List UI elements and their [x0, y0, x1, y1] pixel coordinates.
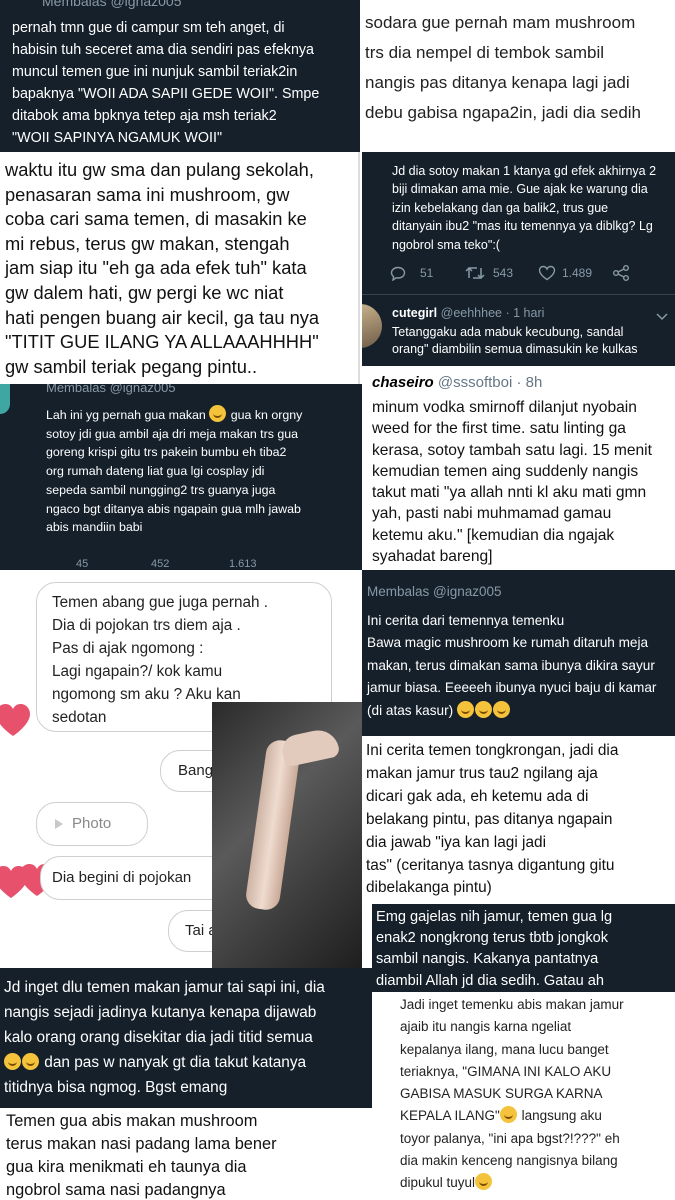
tweet-header: chaseiro @sssoftboi · 8h — [372, 374, 542, 391]
emoji-icon — [492, 700, 510, 718]
username[interactable]: chaseiro — [372, 374, 434, 391]
hand-image — [279, 726, 341, 768]
retweet-count: 543 — [493, 266, 514, 280]
reply-username[interactable]: cutegirl — [392, 306, 437, 320]
like-icon[interactable] — [538, 265, 556, 284]
tweet-card-3: waktu itu gw sma dan pulang sekolah, pen… — [0, 152, 360, 384]
message-text: Dia begini di pojokan — [52, 869, 192, 886]
reply-card-5: Membalas @ignaz005 Lah ini yg pernah gua… — [0, 384, 362, 570]
reply-text: Tetanggaku ada mabuk kecubung, sandal or… — [392, 325, 638, 356]
tweet-text: Temen gua abis makan mushroom terus maka… — [6, 1112, 277, 1199]
avatar[interactable] — [362, 304, 382, 348]
tweet-text: Lah ini yg pernah gua makan gua kn orgny… — [46, 405, 302, 537]
tweet-text-part: Jadi inget temenku abis makan jamur ajai… — [400, 997, 624, 1124]
tweet-text: Jd dia sotoy makan 1 ktanya gd efek akhi… — [392, 164, 657, 252]
action-bar: 51 543 1.489 — [390, 264, 670, 284]
emoji-icon — [22, 1053, 39, 1070]
tweet-card-12: Jadi inget temenku abis makan jamur ajai… — [372, 992, 675, 1200]
avatar[interactable] — [0, 384, 10, 414]
reply-count: 51 — [420, 266, 434, 280]
heart-icon — [0, 704, 30, 736]
tweet-time: · 8h — [516, 374, 543, 391]
tweet-text: Ini cerita temen tongkrongan, jadi dia m… — [366, 742, 619, 897]
tweet-text: pernah tmn gue di campur sm teh anget, d… — [12, 20, 320, 146]
tweet-card-11: Jd inget dlu temen makan jamur tai sapi … — [0, 968, 372, 1108]
reply-handle[interactable]: @eehhhee — [441, 306, 502, 320]
emoji-icon — [4, 1053, 21, 1070]
tweet-text: waktu itu gw sma dan pulang sekolah, pen… — [5, 159, 320, 377]
emoji-icon — [475, 1173, 493, 1191]
tweet-text-part: gua kn orgny sotoy jdi gua ambil aja dri… — [46, 408, 303, 535]
tweet-card-2: sodara gue pernah mam mushroom trs dia n… — [360, 0, 675, 152]
tweet-card-13: Temen gua abis makan mushroom terus maka… — [0, 1108, 372, 1200]
tweet-text: sodara gue pernah mam mushroom trs dia n… — [365, 13, 642, 122]
tweet-text: Jadi inget temenku abis makan jamur ajai… — [400, 994, 624, 1195]
reply-count: 45 — [76, 558, 89, 570]
message-text: Bang — [178, 762, 214, 779]
tweet-text: Jd inget dlu temen makan jamur tai sapi … — [4, 975, 325, 1100]
reply-icon[interactable] — [390, 266, 406, 284]
emoji-icon — [209, 405, 227, 422]
reply-time: · 1 hari — [505, 306, 545, 320]
chevron-down-icon[interactable] — [656, 308, 668, 326]
emoji-icon — [474, 700, 492, 718]
chat-screenshot: Temen abang gue juga pernah . Dia di poj… — [0, 570, 362, 968]
share-icon[interactable] — [612, 264, 630, 285]
tweet-text-part: Lah ini yg pernah gua makan — [46, 408, 210, 422]
tweet-text: Emg gajelas nih jamur, temen gua lg enak… — [376, 909, 613, 989]
retweet-count: 452 — [151, 558, 170, 570]
reply-label: Membalas @ignaz005 — [367, 584, 502, 599]
tweet-card-10: Emg gajelas nih jamur, temen gua lg enak… — [372, 904, 675, 992]
tweet-card-9: Ini cerita temen tongkrongan, jadi dia m… — [362, 736, 675, 906]
reply-header: cutegirl @eehhhee · 1 hari — [392, 306, 544, 320]
photo-icon — [54, 817, 64, 835]
like-count: 1.613 — [229, 558, 257, 570]
reply-card-1: Membalas @ignaz005 pernah tmn gue di cam… — [0, 0, 360, 152]
tweet-text-part: Ini cerita dari temennya temenku Bawa ma… — [367, 613, 657, 718]
tweet-text: minum vodka smirnoff dilanjut nyobain we… — [372, 399, 652, 566]
reply-label: Membalas @ignaz005 — [42, 0, 182, 9]
emoji-icon — [456, 700, 474, 718]
reply-label: Membalas @ignaz005 — [46, 384, 176, 395]
handle[interactable]: @sssoftboi — [438, 374, 512, 391]
tweet-card-4: Jd dia sotoy makan 1 ktanya gd efek akhi… — [362, 152, 675, 366]
photo-label: Photo — [72, 815, 112, 832]
emoji-icon — [499, 1106, 517, 1124]
retweet-icon[interactable] — [465, 265, 485, 284]
tweet-card-6: chaseiro @sssoftboi · 8h minum vodka smi… — [362, 366, 675, 570]
tweet-text-part: Jd inget dlu temen makan jamur tai sapi … — [4, 979, 325, 1046]
tweet-text: Ini cerita dari temennya temenku Bawa ma… — [367, 610, 656, 722]
reply-card-8: Membalas @ignaz005 Ini cerita dari temen… — [362, 570, 675, 736]
like-count: 1.489 — [562, 266, 593, 280]
photo-attachment[interactable] — [212, 702, 362, 968]
tweet-text-part: dan pas w nanyak gt dia takut katanya ti… — [4, 1054, 307, 1096]
separator — [362, 294, 675, 295]
